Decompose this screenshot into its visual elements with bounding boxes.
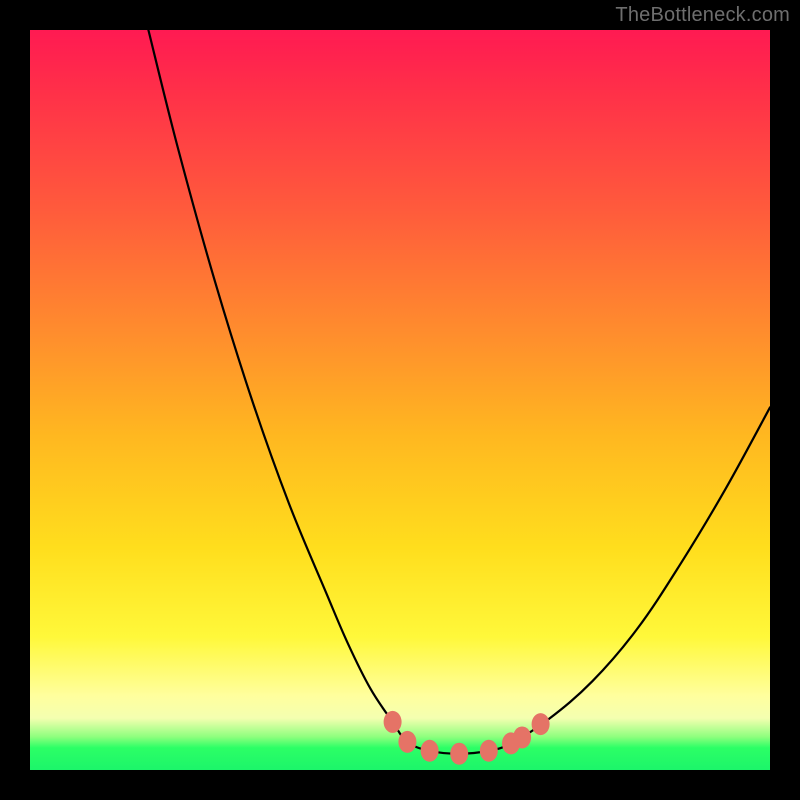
trough-marker xyxy=(450,743,468,765)
trough-marker xyxy=(532,713,550,735)
trough-markers xyxy=(384,711,550,765)
trough-marker xyxy=(421,740,439,762)
watermark-text: TheBottleneck.com xyxy=(615,4,790,27)
trough-marker xyxy=(513,726,531,748)
curve-layer xyxy=(30,30,770,770)
bottleneck-curve xyxy=(148,30,770,754)
plot-area xyxy=(30,30,770,770)
trough-marker xyxy=(398,731,416,753)
chart-frame: TheBottleneck.com xyxy=(0,0,800,800)
trough-marker xyxy=(480,740,498,762)
trough-marker xyxy=(384,711,402,733)
